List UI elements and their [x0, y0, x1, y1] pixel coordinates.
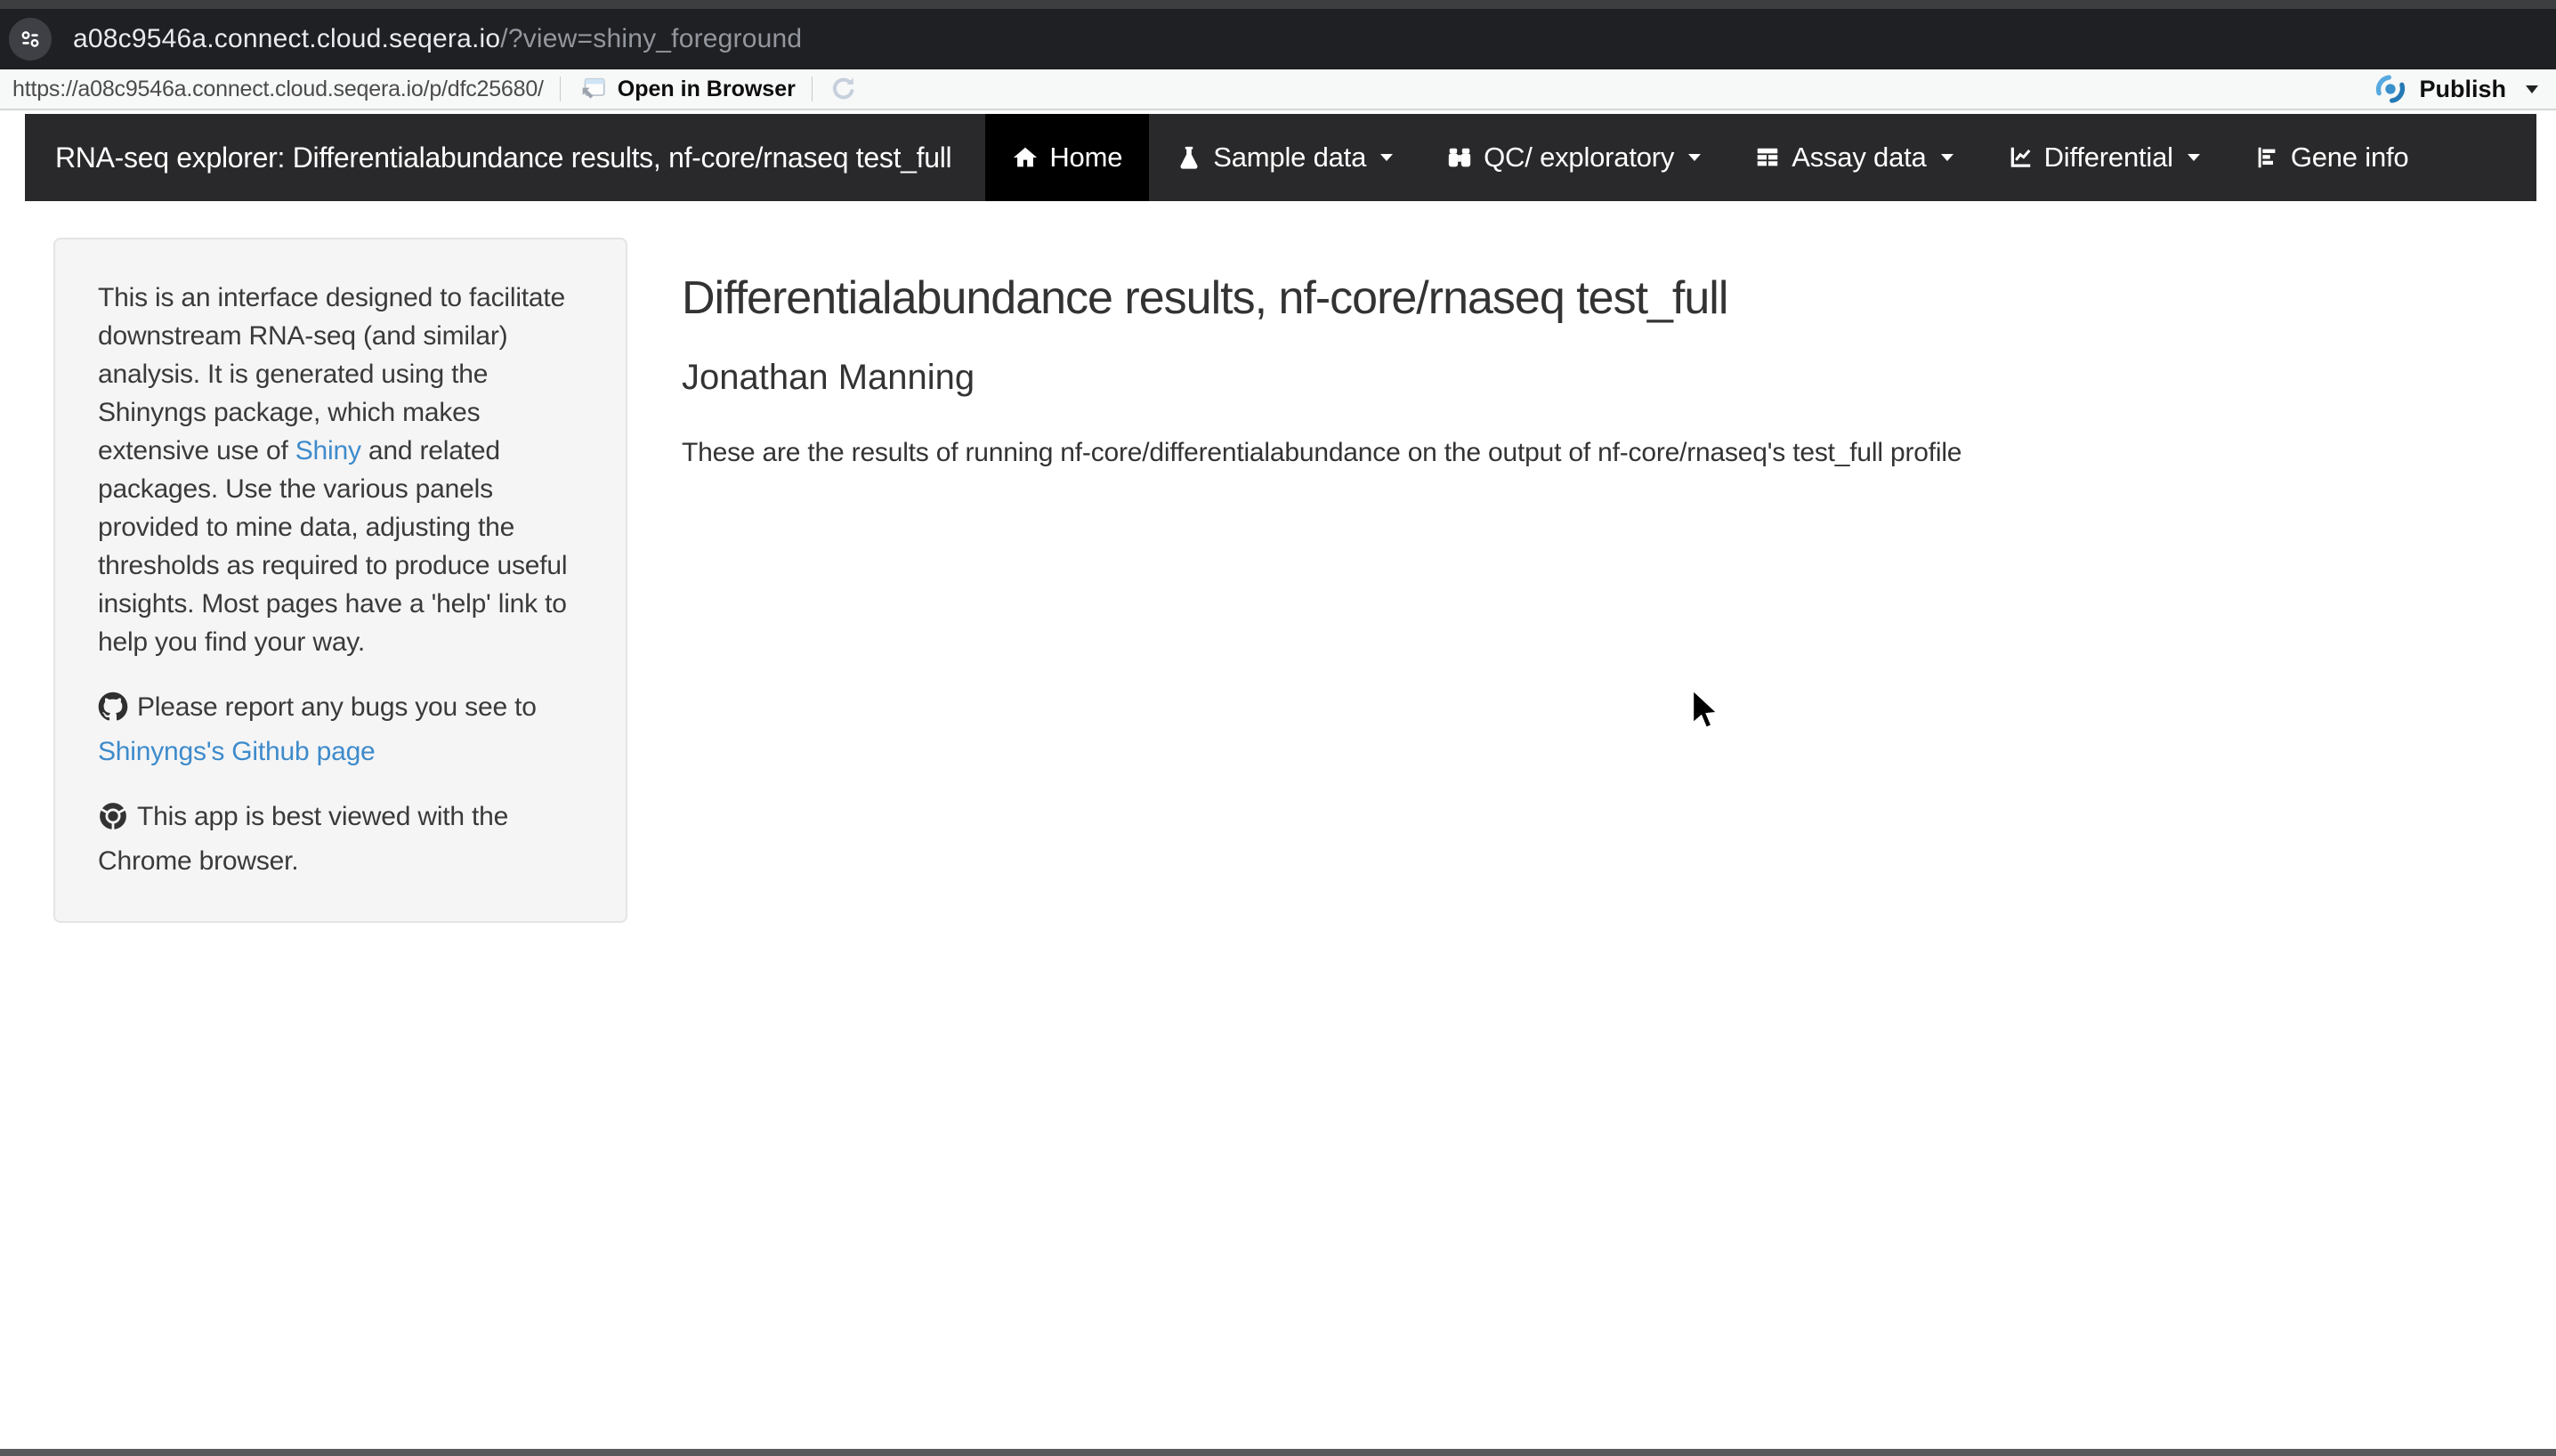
home-icon — [1012, 144, 1039, 171]
github-icon — [98, 692, 128, 732]
external-window-icon — [577, 74, 609, 104]
intro-paragraph: This is an interface designed to facilit… — [98, 279, 585, 661]
mouse-cursor — [1687, 687, 1723, 735]
intro-text-2: and related packages. Use the various pa… — [98, 436, 567, 657]
page-title: Differentialabundance results, nf-core/r… — [682, 271, 2106, 326]
chrome-note-text: This app is best viewed with the Chrome … — [98, 802, 508, 876]
bar-chart-icon — [2253, 144, 2280, 171]
bug-report-paragraph: Please report any bugs you see to Shinyn… — [98, 688, 585, 771]
refresh-icon[interactable] — [829, 74, 859, 104]
dropdown-caret — [1380, 154, 1393, 161]
toolbar-url: https://a08c9546a.connect.cloud.seqera.i… — [12, 77, 544, 102]
publish-button[interactable]: Publish — [2373, 71, 2538, 107]
toolbar-divider — [812, 77, 813, 101]
nav-item-differential[interactable]: Differential — [1980, 114, 2227, 201]
publish-label: Publish — [2419, 76, 2506, 103]
binoculars-icon — [1446, 144, 1473, 171]
nav-item-label: Home — [1049, 142, 1122, 174]
nav-item-label: Differential — [2044, 142, 2173, 174]
main-panel: Differentialabundance results, nf-core/r… — [682, 201, 2106, 468]
page-description: These are the results of running nf-core… — [682, 438, 2106, 468]
shiny-link[interactable]: Shiny — [295, 436, 361, 465]
page-author: Jonathan Manning — [682, 356, 2106, 399]
address-path: /?view=shiny_foreground — [500, 24, 802, 53]
intro-panel: This is an interface designed to facilit… — [53, 238, 627, 923]
address-url: a08c9546a.connect.cloud.seqera.io/?view=… — [73, 24, 802, 54]
window-bottom-edge — [0, 1449, 2556, 1456]
toolbar-divider — [560, 77, 561, 101]
dropdown-caret — [1688, 154, 1701, 161]
table-icon — [1754, 144, 1781, 171]
open-in-browser-button[interactable]: Open in Browser — [577, 74, 796, 104]
nav-item-sample-data[interactable]: Sample data — [1149, 114, 1420, 201]
nav-item-qc-exploratory[interactable]: QC/ exploratory — [1420, 114, 1727, 201]
nav-item-home[interactable]: Home — [985, 114, 1149, 201]
dropdown-caret — [2188, 154, 2200, 161]
nav-item-assay-data[interactable]: Assay data — [1727, 114, 1979, 201]
nav-item-gene-info[interactable]: Gene info — [2227, 114, 2436, 201]
app-window: a08c9546a.connect.cloud.seqera.io/?view=… — [0, 0, 2556, 1456]
nav-item-label: Sample data — [1213, 142, 1366, 174]
address-bar: a08c9546a.connect.cloud.seqera.io/?view=… — [0, 9, 2556, 69]
open-in-browser-label: Open in Browser — [618, 77, 796, 102]
nav-item-label: Gene info — [2291, 142, 2409, 174]
window-top-edge — [0, 0, 2556, 9]
connect-toolbar: https://a08c9546a.connect.cloud.seqera.i… — [0, 69, 2556, 110]
session-settings-icon[interactable] — [9, 18, 52, 61]
publish-icon — [2373, 71, 2408, 107]
nav-item-label: QC/ exploratory — [1484, 142, 1674, 174]
flask-icon — [1176, 144, 1202, 171]
bug-report-text: Please report any bugs you see to — [137, 692, 537, 722]
github-page-link[interactable]: Shinyngs's Github page — [98, 737, 376, 766]
navbar-brand: RNA-seq explorer: Differentialabundance … — [25, 114, 985, 201]
app-navbar: RNA-seq explorer: Differentialabundance … — [25, 114, 2536, 201]
chrome-icon — [98, 801, 128, 842]
chrome-note-paragraph: This app is best viewed with the Chrome … — [98, 797, 585, 880]
nav-item-label: Assay data — [1792, 142, 1926, 174]
publish-dropdown-caret — [2526, 85, 2538, 93]
line-chart-icon — [2007, 144, 2034, 171]
sliders-icon — [17, 26, 44, 53]
address-host: a08c9546a.connect.cloud.seqera.io — [73, 24, 500, 53]
dropdown-caret — [1941, 154, 1953, 161]
